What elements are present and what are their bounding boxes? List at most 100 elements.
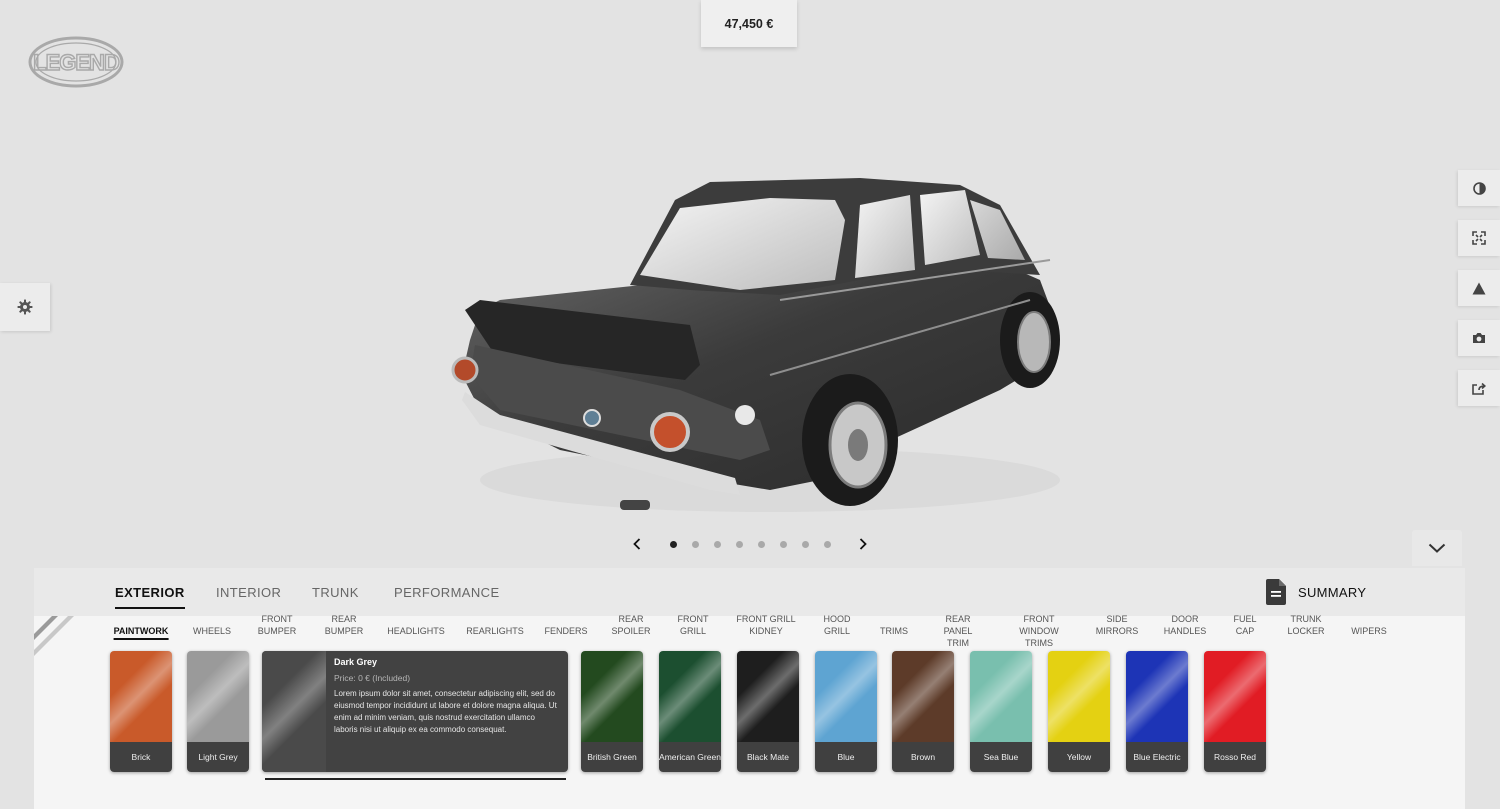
category-tabs: EXTERIOR INTERIOR TRUNK PERFORMANCE SUMM… — [34, 568, 1465, 616]
swatch-label: Brick — [110, 742, 172, 772]
subcat-fenders[interactable]: FENDERS — [544, 625, 587, 637]
subcat-label: PAINTWORK — [113, 626, 169, 636]
carousel-dot[interactable] — [691, 540, 699, 548]
swatch-label: Brown — [892, 742, 954, 772]
subcat-label: KIDNEY — [749, 626, 783, 636]
carousel-dot[interactable] — [735, 540, 743, 548]
selected-swatch-price: Price: 0 € (Included) — [334, 673, 411, 683]
carousel-dot[interactable] — [823, 540, 831, 548]
car-3d-view[interactable] — [440, 160, 1070, 530]
camera-button[interactable] — [1458, 320, 1500, 356]
swatch-color — [815, 651, 877, 742]
swatch-color — [262, 651, 326, 772]
subcat-rearlights[interactable]: REARLIGHTS — [466, 625, 524, 637]
swatch-label: Rosso Red — [1204, 742, 1266, 772]
swatch-rosso-red[interactable]: Rosso Red — [1204, 651, 1266, 772]
subcat-label: SPOILER — [611, 626, 651, 636]
subcat-rear-bumper[interactable]: REAR BUMPER — [325, 613, 364, 637]
share-icon — [1472, 382, 1486, 395]
selection-indicator — [265, 778, 566, 780]
tab-interior[interactable]: INTERIOR — [216, 585, 281, 600]
subcat-side-mirrors[interactable]: SIDE MIRRORS — [1096, 613, 1139, 637]
decorative-stripe — [34, 616, 74, 656]
carousel-dot[interactable] — [669, 540, 677, 548]
carousel-prev-button[interactable] — [630, 536, 644, 552]
carousel-next-button[interactable] — [856, 536, 870, 552]
tab-trunk[interactable]: TRUNK — [312, 585, 359, 600]
contrast-button[interactable] — [1458, 170, 1500, 206]
subcat-fuel-cap[interactable]: FUEL CAP — [1233, 613, 1256, 637]
swatch-blue-electric[interactable]: Blue Electric — [1126, 651, 1188, 772]
swatch-color — [1126, 651, 1188, 742]
subcat-label: REAR — [331, 614, 357, 624]
subcat-hood-grill[interactable]: HOOD GRILL — [824, 613, 851, 637]
tab-exterior[interactable]: EXTERIOR — [115, 585, 185, 609]
swatch-british-green[interactable]: British Green — [581, 651, 643, 772]
swatch-brick[interactable]: Brick — [110, 651, 172, 772]
carousel-dot[interactable] — [757, 540, 765, 548]
subcat-front-grill[interactable]: FRONT GRILL — [678, 613, 709, 637]
legend-logo: LEGEND — [28, 36, 124, 88]
subcat-label: HOOD — [823, 614, 851, 624]
subcat-label: REAR — [945, 614, 971, 624]
swatch-american-green[interactable]: American Green — [659, 651, 721, 772]
subcat-door-handles[interactable]: DOOR HANDLES — [1164, 613, 1207, 637]
swatch-brown[interactable]: Brown — [892, 651, 954, 772]
fullscreen-button[interactable] — [1458, 220, 1500, 256]
warning-button[interactable] — [1458, 270, 1500, 306]
subcat-label: BUMPER — [257, 626, 297, 636]
collapse-panel-button[interactable] — [1412, 530, 1462, 566]
subcat-label: REARLIGHTS — [466, 626, 524, 636]
carousel-dot[interactable] — [713, 540, 721, 548]
subcat-label: PANEL — [943, 626, 973, 636]
svg-text:LEGEND: LEGEND — [33, 50, 119, 75]
subcat-trunk-locker[interactable]: TRUNK LOCKER — [1287, 613, 1324, 637]
subcat-label: SIDE — [1106, 614, 1128, 624]
share-button[interactable] — [1458, 370, 1500, 406]
swatch-sea-blue[interactable]: Sea Blue — [970, 651, 1032, 772]
camera-icon — [1473, 333, 1485, 343]
subcat-label: FUEL — [1233, 614, 1257, 624]
subcat-wheels[interactable]: WHEELS — [193, 625, 231, 637]
swatch-color — [187, 651, 249, 742]
carousel-dot[interactable] — [779, 540, 787, 548]
swatch-color — [659, 651, 721, 742]
swatch-label: Yellow — [1048, 742, 1110, 772]
subcat-front-bumper[interactable]: FRONT BUMPER — [258, 613, 297, 637]
subcat-label: FRONT — [677, 614, 709, 624]
subcat-paintwork[interactable]: PAINTWORK — [113, 625, 169, 640]
swatch-color — [737, 651, 799, 742]
tab-performance[interactable]: PERFORMANCE — [394, 585, 500, 600]
swatch-label: Sea Blue — [970, 742, 1032, 772]
summary-button[interactable]: SUMMARY — [1266, 579, 1366, 605]
carousel-dot[interactable] — [801, 540, 809, 548]
total-price: 47,450 € — [701, 0, 797, 47]
settings-button[interactable] — [0, 283, 50, 331]
subcat-label: FENDERS — [544, 626, 588, 636]
swatch-light-grey[interactable]: Light Grey — [187, 651, 249, 772]
view-toolbar — [1458, 170, 1500, 420]
subcat-wipers[interactable]: WIPERS — [1351, 625, 1387, 637]
swatch-blue[interactable]: Blue — [815, 651, 877, 772]
chevron-down-icon — [1428, 543, 1446, 553]
selected-swatch-dark-grey[interactable]: Dark Grey Price: 0 € (Included) Lorem ip… — [262, 651, 568, 772]
swatch-black-mate[interactable]: Black Mate — [737, 651, 799, 772]
gear-icon — [17, 299, 33, 315]
subcat-headlights[interactable]: HEADLIGHTS — [387, 625, 445, 637]
subcat-front-grill-kidney[interactable]: FRONT GRILL KIDNEY — [736, 613, 795, 637]
subcat-front-window-trims[interactable]: FRONT WINDOW TRIMS — [1019, 614, 1059, 649]
subcat-trims[interactable]: TRIMS — [880, 625, 908, 637]
subcat-label: HANDLES — [1163, 626, 1207, 636]
subcat-rear-panel-trim[interactable]: REAR PANEL TRIM — [944, 614, 973, 649]
subcat-label: DOOR — [1171, 614, 1199, 624]
swatch-yellow[interactable]: Yellow — [1048, 651, 1110, 772]
subcat-label: FRONT — [1023, 614, 1055, 624]
subcat-rear-spoiler[interactable]: REAR SPOILER — [611, 613, 650, 637]
swatch-label: American Green — [659, 742, 721, 772]
subcat-label: GRILL — [679, 626, 706, 636]
subcat-label: CAP — [1235, 626, 1255, 636]
swatch-label: Light Grey — [187, 742, 249, 772]
view-carousel — [630, 534, 870, 554]
contrast-icon — [1472, 181, 1486, 195]
configurator-panel: EXTERIOR INTERIOR TRUNK PERFORMANCE SUMM… — [34, 568, 1465, 809]
